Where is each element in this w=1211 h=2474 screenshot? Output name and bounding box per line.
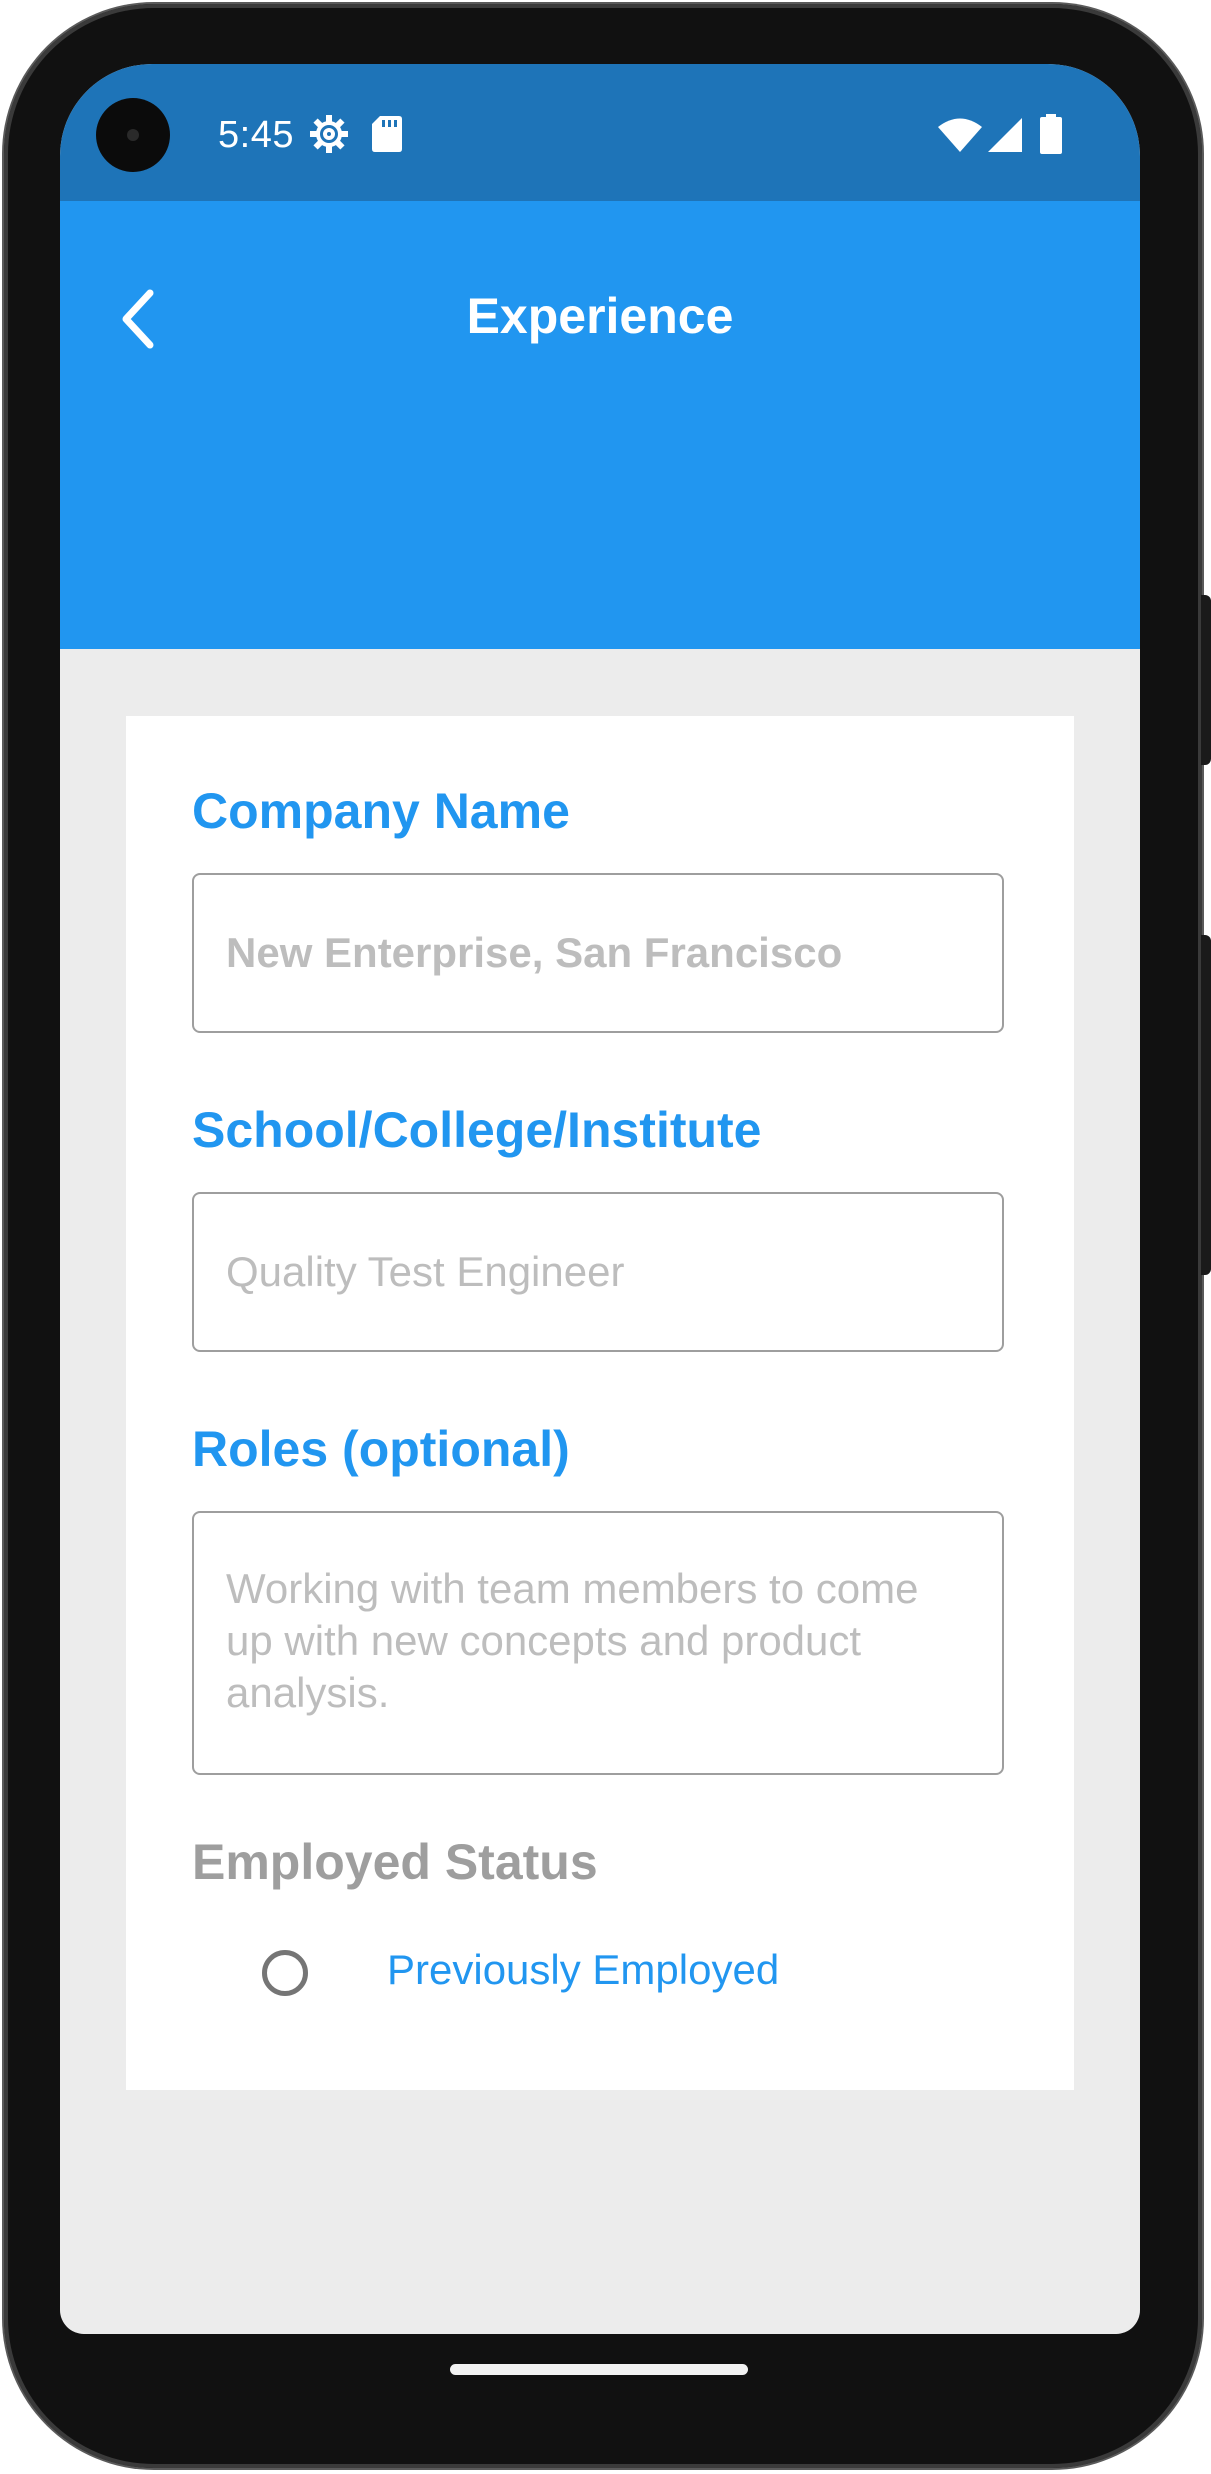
experience-form-card: Company Name New Enterprise, San Francis… [126, 716, 1074, 2090]
wifi-icon [938, 118, 982, 157]
status-time: 5:45 [218, 114, 294, 156]
company-name-input[interactable]: New Enterprise, San Francisco [192, 873, 1004, 1033]
settings-gear-icon [308, 113, 350, 160]
employed-status-label: Employed Status [192, 1834, 598, 1890]
previously-employed-radio-option[interactable]: Previously Employed [192, 1938, 1004, 2018]
screen: 5:45 Experience Company Name New Enterpr… [60, 64, 1140, 2334]
school-input[interactable]: Quality Test Engineer [192, 1192, 1004, 1352]
battery-icon [1040, 114, 1062, 159]
previously-employed-label[interactable]: Previously Employed [387, 1946, 779, 1994]
roles-textarea[interactable]: Working with team members to come up wit… [192, 1511, 1004, 1775]
app-bar [60, 201, 1140, 649]
school-label: School/College/Institute [192, 1102, 762, 1158]
phone-device: 5:45 Experience Company Name New Enterpr… [0, 0, 1211, 2474]
roles-label: Roles (optional) [192, 1421, 570, 1477]
power-button [1201, 595, 1211, 765]
company-name-label: Company Name [192, 783, 570, 839]
front-camera [96, 98, 170, 172]
radio-button-unchecked[interactable] [262, 1950, 308, 1996]
volume-button [1201, 935, 1211, 1275]
gesture-navigation-bar[interactable] [450, 2364, 748, 2375]
page-title: Experience [466, 288, 734, 344]
status-bar: 5:45 [60, 64, 1140, 201]
cell-signal-icon [988, 118, 1022, 157]
sd-card-icon [372, 116, 402, 157]
